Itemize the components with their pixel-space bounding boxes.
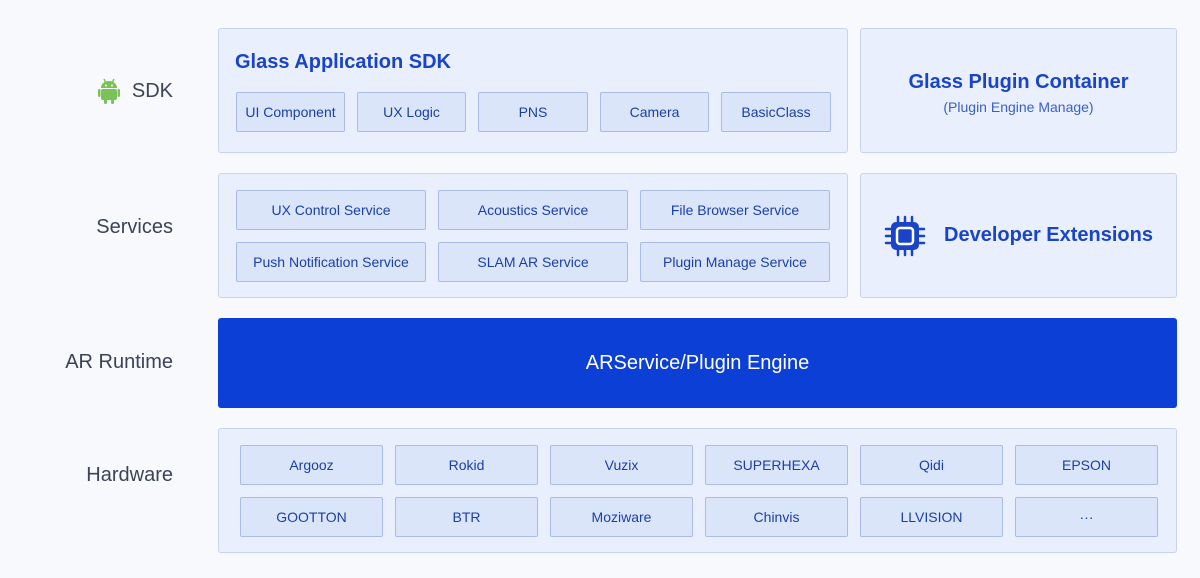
hardware-chip: BTR bbox=[395, 497, 538, 537]
hardware-chip-more: ··· bbox=[1015, 497, 1158, 537]
sdk-panel-title: Glass Application SDK bbox=[235, 51, 451, 73]
row-label-text: AR Runtime bbox=[65, 351, 173, 373]
service-chip: Acoustics Service bbox=[438, 190, 628, 230]
service-chip: UX Control Service bbox=[236, 190, 426, 230]
service-chip: File Browser Service bbox=[640, 190, 830, 230]
hardware-chip: EPSON bbox=[1015, 445, 1158, 485]
hardware-chip: LLVISION bbox=[860, 497, 1003, 537]
hardware-chip: Qidi bbox=[860, 445, 1003, 485]
developer-extensions-label: Developer Extensions bbox=[944, 224, 1153, 246]
plugin-container-title: Glass Plugin Container bbox=[908, 71, 1129, 93]
hardware-chip: Argooz bbox=[240, 445, 383, 485]
plugin-container-subtitle: (Plugin Engine Manage) bbox=[943, 99, 1094, 115]
ar-runtime-label: ARService/Plugin Engine bbox=[585, 351, 810, 374]
row-label-text: Services bbox=[96, 216, 173, 238]
sdk-chip: BasicClass bbox=[721, 92, 831, 132]
hardware-chip: SUPERHEXA bbox=[705, 445, 848, 485]
hardware-chip: Chinvis bbox=[705, 497, 848, 537]
sdk-chip: PNS bbox=[478, 92, 588, 132]
row-label-text: SDK bbox=[131, 79, 173, 102]
hardware-chip: Rokid bbox=[395, 445, 538, 485]
row-label-runtime: AR Runtime bbox=[65, 351, 173, 374]
sdk-chip: Camera bbox=[600, 92, 709, 132]
services-panel: UX Control Service Acoustics Service Fil… bbox=[218, 173, 848, 298]
hardware-panel: Argooz Rokid Vuzix SUPERHEXA Qidi EPSON … bbox=[218, 428, 1177, 553]
plugin-container-panel: Glass Plugin Container (Plugin Engine Ma… bbox=[860, 28, 1177, 153]
sdk-panel: Glass Application SDK UI Component UX Lo… bbox=[218, 28, 848, 153]
ar-runtime-bar: ARService/Plugin Engine bbox=[218, 318, 1177, 408]
android-icon bbox=[97, 78, 120, 104]
service-chip: SLAM AR Service bbox=[438, 242, 628, 282]
hardware-chip: Vuzix bbox=[550, 445, 693, 485]
row-label-services: Services bbox=[96, 216, 173, 239]
service-chip: Plugin Manage Service bbox=[640, 242, 830, 282]
row-label-hardware: Hardware bbox=[86, 464, 173, 487]
row-label-text: Hardware bbox=[86, 464, 173, 486]
sdk-chip: UI Component bbox=[236, 92, 345, 132]
hardware-chip: GOOTTON bbox=[240, 497, 383, 537]
sdk-chip: UX Logic bbox=[357, 92, 466, 132]
service-chip: Push Notification Service bbox=[236, 242, 426, 282]
row-label-sdk: SDK bbox=[97, 78, 173, 104]
hardware-chip: Moziware bbox=[550, 497, 693, 537]
chip-icon bbox=[884, 215, 926, 257]
developer-extensions-panel: Developer Extensions bbox=[860, 173, 1177, 298]
